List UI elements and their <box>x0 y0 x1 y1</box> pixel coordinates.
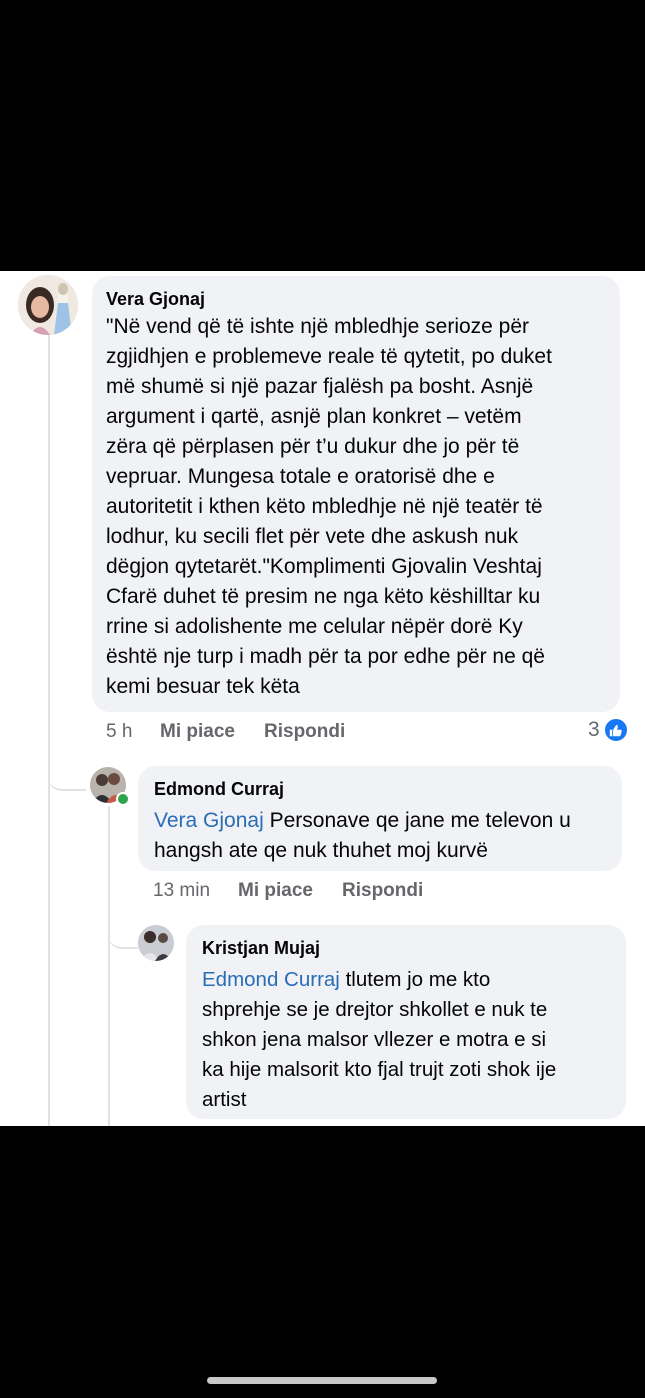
avatar-kristjan[interactable] <box>138 925 174 961</box>
comment-line: është nje turp i madh për ta por edhe pë… <box>106 645 545 668</box>
comment-line: argument i qartë, asnjë plan konkret – v… <box>106 405 522 428</box>
reply-line: shkon jena malsor vllezer e motra e si <box>202 1028 547 1051</box>
comment-line: autoritetit i kthen këto mbledhje në një… <box>106 495 543 518</box>
comment-author[interactable]: Vera Gjonaj <box>106 288 616 310</box>
comment-line: dëgjon qytetarët."Komplimenti Gjovalin V… <box>106 555 542 578</box>
reply-bubble: Kristjan Mujaj Edmond Curraj tlutem jo m… <box>186 925 626 1119</box>
reply-author[interactable]: Edmond Curraj <box>154 778 622 800</box>
like-button[interactable]: Mi piace <box>238 880 313 902</box>
reply-text: Edmond Curraj tlutem jo me kto shprehje … <box>202 965 626 1115</box>
comment-line: rrine si adolishente me celular nëpër do… <box>106 615 523 638</box>
reply-text-segment: tlutem jo me kto <box>339 968 491 991</box>
reply-time: 13 min <box>153 880 211 901</box>
reaction-summary[interactable]: 3 <box>588 717 629 743</box>
comment-line: Cfarë duhet të presim ne nga këto këshil… <box>106 585 541 608</box>
comment-actions: 5 h Mi piace Rispondi <box>0 721 645 745</box>
reply-line: ka hije malsorit kto fjal trujt zoti sho… <box>202 1058 557 1081</box>
home-indicator[interactable] <box>207 1377 437 1384</box>
comment-line: zgjidhjen e problemeve reale të qytetit,… <box>106 345 552 368</box>
reply-button[interactable]: Rispondi <box>264 721 345 743</box>
thread-line-reply <box>108 806 110 1126</box>
mention-link[interactable]: Edmond Curraj <box>202 968 340 991</box>
thread-connector <box>48 749 86 791</box>
comment-line: zëra që përplasen për t’u dukur dhe jo p… <box>106 435 520 458</box>
mention-link[interactable]: Vera Gjonaj <box>154 809 264 832</box>
reply-line: Vera Gjonaj Personave qe jane me televon… <box>154 806 622 836</box>
comment-text: "Në vend që të ishte një mbledhje serioz… <box>106 312 616 702</box>
reply-line: Edmond Curraj tlutem jo me kto <box>202 965 626 995</box>
reply-line: shprehje se je drejtor shkollet e nuk te <box>202 998 548 1021</box>
reply-button[interactable]: Rispondi <box>342 880 423 902</box>
comment-time: 5 h <box>106 721 133 742</box>
avatar-image <box>138 925 174 961</box>
online-status-dot <box>116 792 130 806</box>
reply-actions: 13 min Mi piace Rispondi <box>0 880 645 904</box>
comments-panel: Vera Gjonaj "Në vend që të ishte një mbl… <box>0 271 645 1126</box>
reaction-count: 3 <box>588 718 600 741</box>
reply-text: Vera Gjonaj Personave qe jane me televon… <box>154 806 622 866</box>
avatar-vera[interactable] <box>18 275 78 335</box>
reply-line: artist <box>202 1088 247 1111</box>
thumbs-up-icon <box>602 717 629 743</box>
reply-author[interactable]: Kristjan Mujaj <box>202 937 626 959</box>
comment-line: "Në vend që të ishte një mbledhje serioz… <box>106 315 530 338</box>
reply-text-segment: Personave qe jane me televon u <box>263 809 571 832</box>
like-button[interactable]: Mi piace <box>160 721 235 743</box>
reply-bubble: Edmond Curraj Vera Gjonaj Personave qe j… <box>138 766 622 871</box>
comment-line: vepruar. Mungesa totale e oratorisë dhe … <box>106 465 495 488</box>
thread-connector-reply <box>108 911 138 949</box>
reply-line: hangsh ate qe nuk thuhet moj kurvë <box>154 839 488 862</box>
avatar-image <box>18 275 78 335</box>
comment-line: më shumë si një pazar fjalësh pa bosht. … <box>106 375 534 398</box>
comment-line: lodhur, ku secili flet për vete dhe asku… <box>106 525 519 548</box>
comment-bubble: Vera Gjonaj "Në vend që të ishte një mbl… <box>92 276 620 712</box>
comment-line: kemi besuar tek këta <box>106 675 300 698</box>
